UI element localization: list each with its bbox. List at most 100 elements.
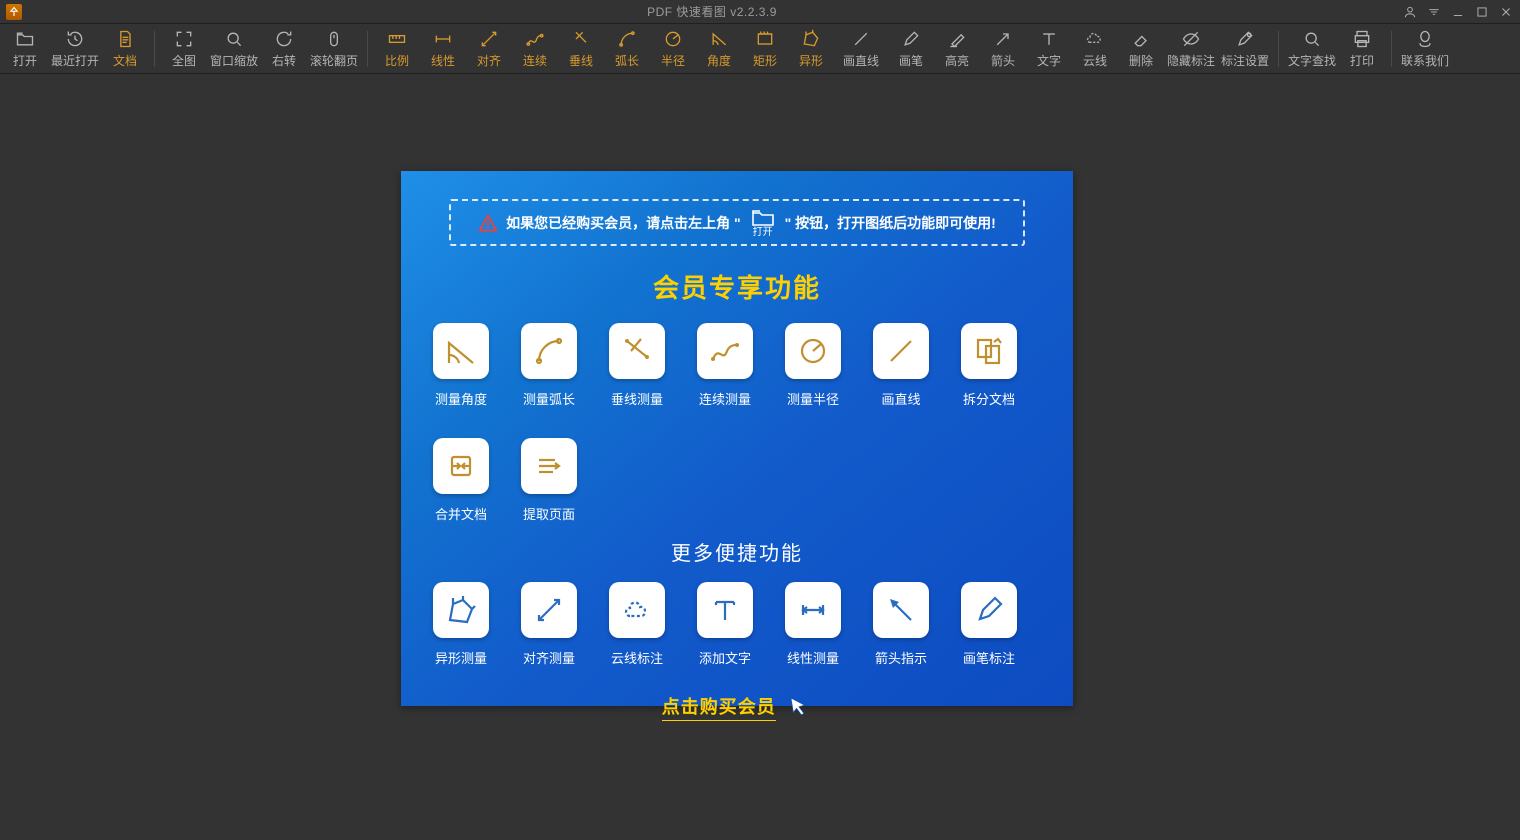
pen-icon [900, 28, 922, 50]
feature-arc[interactable]: 测量弧长 [521, 323, 577, 408]
contact-button[interactable]: 联系我们 [1398, 26, 1452, 72]
maximize-icon[interactable] [1474, 4, 1490, 20]
feature-arrow-annot[interactable]: 箭头指示 [873, 582, 929, 667]
scale-button[interactable]: 比例 [374, 26, 420, 72]
scroll-label: 滚轮翻页 [310, 52, 358, 69]
recent-label: 最近打开 [51, 52, 99, 69]
print-label: 打印 [1350, 52, 1374, 69]
expand-icon [173, 28, 195, 50]
full-view-button[interactable]: 全图 [161, 26, 207, 72]
rotate-button[interactable]: 右转 [261, 26, 307, 72]
find-label: 文字查找 [1288, 52, 1336, 69]
open-button[interactable]: 打开 [2, 26, 48, 72]
radius-icon [662, 28, 684, 50]
feature-angle[interactable]: 测量角度 [433, 323, 489, 408]
cloud-label: 云线 [1083, 52, 1107, 69]
cloud-icon [1084, 28, 1106, 50]
print-button[interactable]: 打印 [1339, 26, 1385, 72]
vertical-label: 垂线 [569, 52, 593, 69]
pen-label: 画笔 [899, 52, 923, 69]
text-button[interactable]: 文字 [1026, 26, 1072, 72]
feature-continuous[interactable]: 连续测量 [697, 323, 753, 408]
cloud-button[interactable]: 云线 [1072, 26, 1118, 72]
angle-button[interactable]: 角度 [696, 26, 742, 72]
notice-open-icon: 打开 [751, 207, 775, 238]
scale-label: 比例 [385, 52, 409, 69]
rotate-icon [273, 28, 295, 50]
line-icon [850, 28, 872, 50]
align-icon [478, 28, 500, 50]
document-icon [114, 28, 136, 50]
open-label: 打开 [13, 52, 37, 69]
feature-draw-line[interactable]: 画直线 [873, 323, 929, 408]
printer-icon [1351, 28, 1373, 50]
feature-perpendicular[interactable]: 垂线测量 [609, 323, 665, 408]
arc-label: 弧长 [615, 52, 639, 69]
linear-measure-icon [432, 28, 454, 50]
feature-extract-page[interactable]: 提取页面 [521, 438, 577, 523]
contact-icon [1414, 28, 1436, 50]
menu-icon[interactable] [1426, 4, 1442, 20]
rect-label: 矩形 [753, 52, 777, 69]
linear-button[interactable]: 线性 [420, 26, 466, 72]
rect-button[interactable]: 矩形 [742, 26, 788, 72]
arrow-icon [992, 28, 1014, 50]
delete-button[interactable]: 删除 [1118, 26, 1164, 72]
line-label: 画直线 [843, 52, 879, 69]
irregular-icon [800, 28, 822, 50]
zoom-label: 窗口缩放 [210, 52, 258, 69]
highlight-label: 高亮 [945, 52, 969, 69]
title-bar: 㐃 PDF 快速看图 v2.2.3.9 [0, 0, 1520, 24]
document-label: 文档 [113, 52, 137, 69]
feature-merge-doc[interactable]: 合并文档 [433, 438, 489, 523]
annotation-settings-button[interactable]: 标注设置 [1218, 26, 1272, 72]
full-label: 全图 [172, 52, 196, 69]
feature-cloud-annot[interactable]: 云线标注 [609, 582, 665, 667]
app-icon: 㐃 [6, 4, 22, 20]
zoom-button[interactable]: 窗口缩放 [207, 26, 261, 72]
text-label: 文字 [1037, 52, 1061, 69]
notice-text-b: " 按钮，打开图纸后功能即可使用! [785, 213, 996, 233]
close-icon[interactable] [1498, 4, 1514, 20]
canvas-area: 如果您已经购买会员，请点击左上角 " 打开 " 按钮，打开图纸后功能即可使用! … [0, 74, 1520, 840]
user-icon[interactable] [1402, 4, 1418, 20]
vertical-line-button[interactable]: 垂线 [558, 26, 604, 72]
pen-button[interactable]: 画笔 [888, 26, 934, 72]
feature-linear-measure[interactable]: 线性测量 [785, 582, 841, 667]
recent-button[interactable]: 最近打开 [48, 26, 102, 72]
arc-icon [616, 28, 638, 50]
feature-radius[interactable]: 测量半径 [785, 323, 841, 408]
arc-button[interactable]: 弧长 [604, 26, 650, 72]
more-features-heading: 更多便捷功能 [429, 537, 1045, 566]
hide-annotations-button[interactable]: 隐藏标注 [1164, 26, 1218, 72]
scroll-page-button[interactable]: 滚轮翻页 [307, 26, 361, 72]
arrow-button[interactable]: 箭头 [980, 26, 1026, 72]
search-text-icon [1301, 28, 1323, 50]
contact-label: 联系我们 [1401, 52, 1449, 69]
settings-label: 标注设置 [1221, 52, 1269, 69]
rotate-label: 右转 [272, 52, 296, 69]
continuous-button[interactable]: 连续 [512, 26, 558, 72]
buy-membership-link[interactable]: 点击购买会员 [662, 693, 776, 721]
document-button[interactable]: 文档 [102, 26, 148, 72]
minimize-icon[interactable] [1450, 4, 1466, 20]
feature-irregular-measure[interactable]: 异形测量 [433, 582, 489, 667]
draw-line-button[interactable]: 画直线 [834, 26, 888, 72]
irregular-button[interactable]: 异形 [788, 26, 834, 72]
find-text-button[interactable]: 文字查找 [1285, 26, 1339, 72]
radius-button[interactable]: 半径 [650, 26, 696, 72]
feature-add-text[interactable]: 添加文字 [697, 582, 753, 667]
align-button[interactable]: 对齐 [466, 26, 512, 72]
eraser-icon [1130, 28, 1152, 50]
feature-split-doc[interactable]: 拆分文档 [961, 323, 1017, 408]
text-icon [1038, 28, 1060, 50]
settings-icon [1234, 28, 1256, 50]
main-toolbar: 打开 最近打开 文档 全图 窗口缩放 右转 滚轮翻页 [0, 24, 1520, 74]
feature-align-measure[interactable]: 对齐测量 [521, 582, 577, 667]
cursor-icon [786, 695, 812, 722]
feature-pen-annot[interactable]: 画笔标注 [961, 582, 1017, 667]
continuous-icon [524, 28, 546, 50]
hide-label: 隐藏标注 [1167, 52, 1215, 69]
highlight-button[interactable]: 高亮 [934, 26, 980, 72]
window-title: PDF 快速看图 v2.2.3.9 [647, 5, 777, 19]
